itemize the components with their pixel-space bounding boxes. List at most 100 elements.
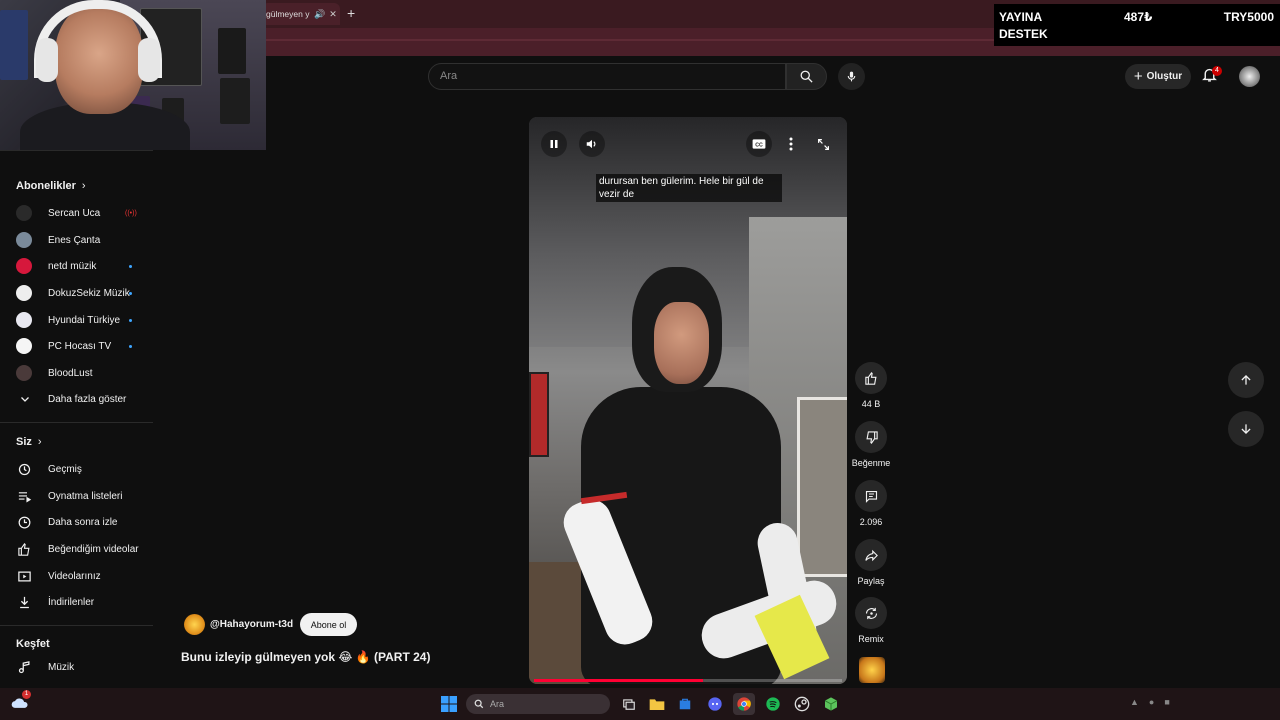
folder-icon (649, 699, 665, 710)
sidebar-item-subscription[interactable]: PC Hocası TV (0, 333, 153, 359)
sidebar-item-music[interactable]: Müzik (0, 654, 153, 680)
divider (0, 150, 153, 151)
thumbs-up-icon (855, 362, 887, 394)
discord-button[interactable] (704, 693, 726, 715)
donation-goal: TRY5000 (1223, 10, 1274, 24)
spotify-button[interactable] (762, 693, 784, 715)
chrome-button[interactable] (733, 693, 755, 715)
like-count: 44 B (861, 399, 881, 409)
dislike-label: Beğenme (851, 458, 891, 468)
sidebar-item-subscription[interactable]: Enes Çanta (0, 227, 153, 253)
music-icon (16, 659, 33, 676)
search-input[interactable]: Ara (428, 63, 786, 90)
cube-icon (824, 697, 838, 711)
sidebar-section-you[interactable]: Siz › (16, 436, 42, 448)
steam-button[interactable] (791, 693, 813, 715)
divider (0, 625, 153, 626)
speaker-icon[interactable]: 🔊 (314, 9, 325, 20)
wall-poster (0, 10, 28, 80)
sidebar: Abonelikler › Sercan Uca ((•)) Enes Çant… (0, 150, 160, 690)
video-progress-bar[interactable] (534, 679, 842, 682)
channel-avatar (16, 232, 32, 248)
comment-count: 2.096 (859, 517, 883, 527)
next-short-button[interactable] (1228, 411, 1264, 447)
shorts-video-player[interactable]: CC durursan ben gülerim. Hele bir gül de… (529, 117, 847, 684)
file-explorer-button[interactable] (646, 693, 668, 715)
subscribe-button[interactable]: Abone ol (300, 613, 357, 636)
task-view-button[interactable] (618, 693, 640, 715)
webcam-overlay (0, 0, 266, 150)
comments-button[interactable]: 2.096 (849, 480, 893, 527)
voice-search-button[interactable] (838, 63, 865, 90)
svg-text:CC: CC (755, 142, 763, 148)
sidebar-item-subscription[interactable]: Hyundai Türkiye (0, 307, 153, 333)
create-button[interactable]: + Oluştur (1125, 64, 1191, 89)
browser-tab-active[interactable]: gülmeyen y 🔊 ✕ (262, 3, 340, 25)
sidebar-item-subscription[interactable]: DokuzSekiz Müzik (0, 280, 153, 306)
wall-poster (220, 78, 250, 124)
channel-avatar (16, 205, 32, 221)
channel-avatar[interactable] (184, 614, 205, 635)
pause-button[interactable] (541, 131, 567, 157)
show-more-button[interactable]: Daha fazla göster (0, 386, 153, 412)
history-icon (16, 461, 33, 478)
wall-poster (218, 28, 246, 74)
thumbs-down-icon (855, 421, 887, 453)
more-options-button[interactable] (778, 131, 804, 157)
previous-short-button[interactable] (1228, 362, 1264, 398)
share-button[interactable]: Paylaş (849, 539, 893, 586)
donation-amount: 487₺ (1124, 10, 1153, 24)
arrow-up-icon (1241, 375, 1251, 385)
sidebar-item-subscription[interactable]: Sercan Uca ((•)) (0, 200, 153, 226)
sidebar-item-subscription[interactable]: netd müzik (0, 253, 153, 279)
avatar[interactable] (1239, 66, 1260, 87)
new-tab-button[interactable]: + (347, 5, 355, 21)
sidebar-item-liked-videos[interactable]: Beğendiğim videolar (0, 536, 153, 562)
sidebar-item-label: Daha fazla göster (48, 393, 127, 405)
channel-name[interactable]: @Hahayorum-t3d (210, 619, 293, 630)
headset-ear (36, 38, 58, 82)
video-progress-fill (534, 679, 704, 682)
search-button[interactable] (786, 63, 827, 90)
sidebar-item-label: PC Hocası TV (48, 340, 112, 352)
sidebar-item-watch-later[interactable]: Daha sonra izle (0, 509, 153, 535)
sidebar-section-subscriptions[interactable]: Abonelikler › (16, 180, 86, 192)
channel-thumbnail[interactable] (859, 657, 885, 683)
remix-button[interactable]: Remix (849, 597, 893, 644)
store-button[interactable] (674, 693, 696, 715)
mute-button[interactable] (579, 131, 605, 157)
sidebar-item-label: Müzik (48, 661, 75, 673)
sidebar-item-label: Enes Çanta (48, 234, 101, 246)
your-videos-icon (16, 568, 33, 585)
sidebar-item-history[interactable]: Geçmiş (0, 456, 153, 482)
dislike-button[interactable]: Beğenme (849, 421, 893, 468)
arrow-down-icon (1241, 424, 1251, 434)
notification-badge: 4 (1212, 66, 1222, 76)
video-caption: durursan ben gülerim. Hele bir gül de ve… (596, 174, 782, 202)
captions-button[interactable]: CC (746, 131, 772, 157)
chevron-down-icon (16, 391, 33, 408)
sidebar-item-playlists[interactable]: Oynatma listeleri (0, 483, 153, 509)
donation-overlay: YAYINA DESTEK 487₺ TRY5000 (994, 4, 1280, 46)
plus-icon: + (1133, 68, 1143, 85)
chevron-right-icon: › (37, 436, 42, 448)
system-tray[interactable]: ▲ ● ■ (1130, 697, 1170, 707)
video-scene-shelf (797, 397, 847, 577)
fullscreen-button[interactable] (810, 131, 836, 157)
new-content-dot (129, 318, 132, 322)
search-icon (474, 699, 484, 709)
playlists-icon (16, 488, 33, 505)
close-tab-icon[interactable]: ✕ (329, 9, 337, 20)
network-icon: ▲ (1130, 697, 1139, 707)
start-button[interactable] (438, 693, 460, 715)
sidebar-item-label: Geçmiş (48, 463, 82, 475)
sidebar-item-your-videos[interactable]: Videolarınız (0, 563, 153, 589)
taskbar-search[interactable]: Ara (466, 694, 610, 714)
divider (0, 422, 153, 423)
share-icon (855, 539, 887, 571)
sidebar-item-downloads[interactable]: İndirilenler (0, 589, 153, 615)
sidebar-item-subscription[interactable]: BloodLust (0, 360, 153, 386)
app-button[interactable] (820, 693, 842, 715)
like-button[interactable]: 44 B (849, 362, 893, 409)
sidebar-item-label: Oynatma listeleri (48, 490, 123, 502)
